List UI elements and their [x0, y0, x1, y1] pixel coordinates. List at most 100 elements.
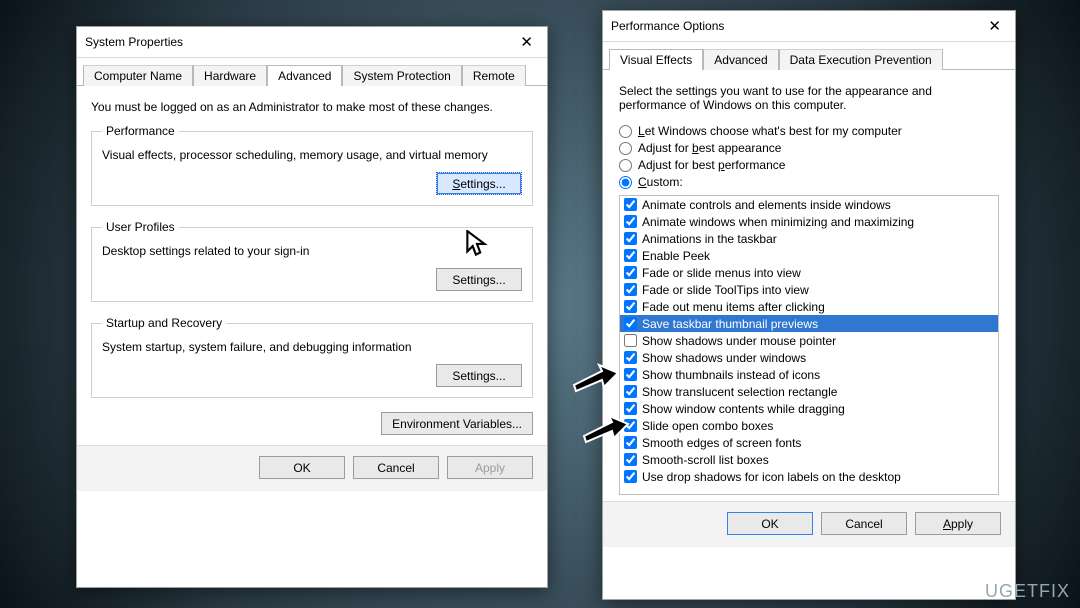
- tab-system-protection[interactable]: System Protection: [342, 65, 461, 86]
- user-profiles-settings-button[interactable]: Settings...: [436, 268, 522, 291]
- performance-options-window: Performance Options ✕ Visual Effects Adv…: [602, 10, 1016, 600]
- option-checkbox[interactable]: [624, 232, 637, 245]
- option-row[interactable]: Enable Peek: [620, 247, 998, 264]
- option-label: Animations in the taskbar: [642, 232, 777, 246]
- titlebar: Performance Options ✕: [603, 11, 1015, 42]
- option-row[interactable]: Fade or slide ToolTips into view: [620, 281, 998, 298]
- option-label: Fade or slide menus into view: [642, 266, 801, 280]
- radio-input[interactable]: [619, 142, 632, 155]
- option-row[interactable]: Fade or slide menus into view: [620, 264, 998, 281]
- option-label: Fade or slide ToolTips into view: [642, 283, 809, 297]
- option-label: Use drop shadows for icon labels on the …: [642, 470, 901, 484]
- apply-button[interactable]: Apply: [447, 456, 533, 479]
- option-checkbox[interactable]: [624, 368, 637, 381]
- option-checkbox[interactable]: [624, 317, 637, 330]
- admin-note: You must be logged on as an Administrato…: [91, 100, 533, 114]
- option-label: Show window contents while dragging: [642, 402, 845, 416]
- visual-effects-listbox[interactable]: Animate controls and elements inside win…: [619, 195, 999, 495]
- option-checkbox[interactable]: [624, 385, 637, 398]
- radio-input[interactable]: [619, 125, 632, 138]
- option-checkbox[interactable]: [624, 198, 637, 211]
- ok-button[interactable]: OK: [259, 456, 345, 479]
- option-checkbox[interactable]: [624, 470, 637, 483]
- ok-button[interactable]: OK: [727, 512, 813, 535]
- group-startup-desc: System startup, system failure, and debu…: [102, 340, 522, 354]
- option-checkbox[interactable]: [624, 266, 637, 279]
- option-label: Save taskbar thumbnail previews: [642, 317, 818, 331]
- option-label: Animate controls and elements inside win…: [642, 198, 891, 212]
- intro-text: Select the settings you want to use for …: [619, 84, 999, 112]
- titlebar: System Properties ✕: [77, 27, 547, 58]
- radio-input[interactable]: [619, 176, 632, 189]
- window-title: System Properties: [85, 35, 183, 49]
- option-row[interactable]: Show shadows under mouse pointer: [620, 332, 998, 349]
- option-label: Fade out menu items after clicking: [642, 300, 825, 314]
- radio-best-appearance[interactable]: Adjust for best appearance: [619, 141, 999, 155]
- performance-settings-button[interactable]: Settings...: [436, 172, 522, 195]
- option-row[interactable]: Show shadows under windows: [620, 349, 998, 366]
- tab-remote[interactable]: Remote: [462, 65, 526, 86]
- cancel-button[interactable]: Cancel: [821, 512, 907, 535]
- cancel-button[interactable]: Cancel: [353, 456, 439, 479]
- option-checkbox[interactable]: [624, 436, 637, 449]
- group-startup-legend: Startup and Recovery: [102, 316, 226, 330]
- option-label: Enable Peek: [642, 249, 710, 263]
- option-checkbox[interactable]: [624, 351, 637, 364]
- option-checkbox[interactable]: [624, 300, 637, 313]
- option-label: Show shadows under windows: [642, 351, 806, 365]
- tabstrip: Visual Effects Advanced Data Execution P…: [603, 42, 1015, 70]
- option-row[interactable]: Animations in the taskbar: [620, 230, 998, 247]
- option-row[interactable]: Save taskbar thumbnail previews: [620, 315, 998, 332]
- option-row[interactable]: Smooth edges of screen fonts: [620, 434, 998, 451]
- tab-hardware[interactable]: Hardware: [193, 65, 267, 86]
- dialog-body: You must be logged on as an Administrato…: [77, 86, 547, 445]
- option-row[interactable]: Animate controls and elements inside win…: [620, 196, 998, 213]
- close-icon[interactable]: ✕: [514, 33, 539, 51]
- radio-best-performance[interactable]: Adjust for best performance: [619, 158, 999, 172]
- option-checkbox[interactable]: [624, 215, 637, 228]
- dialog-buttons: OK Cancel Apply: [77, 445, 547, 491]
- tab-visual-effects[interactable]: Visual Effects: [609, 49, 703, 70]
- startup-settings-button[interactable]: Settings...: [436, 364, 522, 387]
- dialog-body: Select the settings you want to use for …: [603, 70, 1015, 501]
- radio-custom[interactable]: Custom:: [619, 175, 999, 189]
- option-checkbox[interactable]: [624, 334, 637, 347]
- option-checkbox[interactable]: [624, 249, 637, 262]
- group-performance-desc: Visual effects, processor scheduling, me…: [102, 148, 522, 162]
- group-performance-legend: Performance: [102, 124, 179, 138]
- option-row[interactable]: Show translucent selection rectangle: [620, 383, 998, 400]
- tab-computer-name[interactable]: Computer Name: [83, 65, 193, 86]
- tab-advanced[interactable]: Advanced: [267, 65, 342, 86]
- apply-button[interactable]: Apply: [915, 512, 1001, 535]
- option-row[interactable]: Fade out menu items after clicking: [620, 298, 998, 315]
- option-label: Smooth edges of screen fonts: [642, 436, 801, 450]
- option-row[interactable]: Animate windows when minimizing and maxi…: [620, 213, 998, 230]
- radio-let-windows[interactable]: Let Windows choose what's best for my co…: [619, 124, 999, 138]
- window-title: Performance Options: [611, 19, 724, 33]
- dialog-buttons: OK Cancel Apply: [603, 501, 1015, 547]
- option-label: Show translucent selection rectangle: [642, 385, 837, 399]
- option-label: Animate windows when minimizing and maxi…: [642, 215, 914, 229]
- option-row[interactable]: Show thumbnails instead of icons: [620, 366, 998, 383]
- option-label: Smooth-scroll list boxes: [642, 453, 769, 467]
- group-user-profiles-desc: Desktop settings related to your sign-in: [102, 244, 522, 258]
- close-icon[interactable]: ✕: [982, 17, 1007, 35]
- group-performance: Performance Visual effects, processor sc…: [91, 124, 533, 206]
- group-user-profiles-legend: User Profiles: [102, 220, 179, 234]
- option-row[interactable]: Show window contents while dragging: [620, 400, 998, 417]
- group-user-profiles: User Profiles Desktop settings related t…: [91, 220, 533, 302]
- tab-advanced[interactable]: Advanced: [703, 49, 778, 70]
- option-checkbox[interactable]: [624, 419, 637, 432]
- watermark: UGETFIX: [985, 581, 1070, 602]
- option-row[interactable]: Smooth-scroll list boxes: [620, 451, 998, 468]
- option-row[interactable]: Slide open combo boxes: [620, 417, 998, 434]
- option-row[interactable]: Use drop shadows for icon labels on the …: [620, 468, 998, 485]
- option-checkbox[interactable]: [624, 453, 637, 466]
- option-checkbox[interactable]: [624, 402, 637, 415]
- radio-input[interactable]: [619, 159, 632, 172]
- option-checkbox[interactable]: [624, 283, 637, 296]
- option-label: Slide open combo boxes: [642, 419, 773, 433]
- environment-variables-button[interactable]: Environment Variables...: [381, 412, 533, 435]
- tab-dep[interactable]: Data Execution Prevention: [779, 49, 943, 70]
- option-label: Show shadows under mouse pointer: [642, 334, 836, 348]
